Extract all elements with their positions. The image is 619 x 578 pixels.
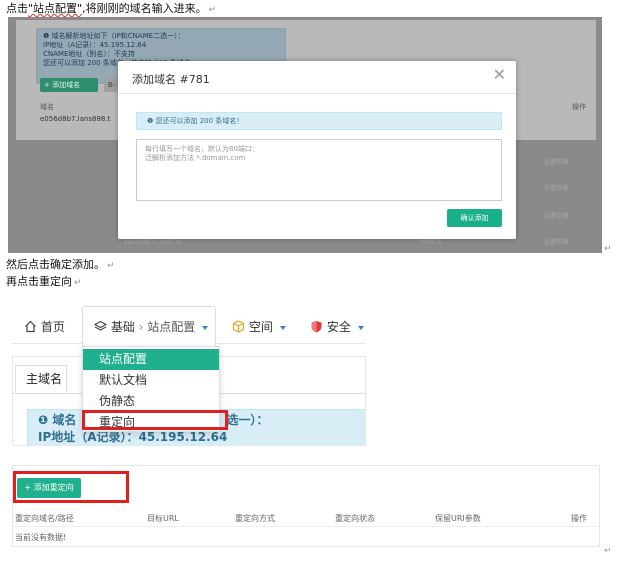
- dns-info-line: IP地址（A记录）：45.195.12.64: [43, 41, 147, 49]
- faded-php-version: PHP5.6: [420, 239, 442, 246]
- domain-textarea[interactable]: 每行填写一个域名，默认为80端口： 泛解析添加方法 *.domain.com: [136, 139, 502, 201]
- nav-basic[interactable]: 基础 › 站点配置: [94, 318, 209, 335]
- modal-info-alert: ❶ 您还可以添加 200 条域名！: [136, 112, 502, 130]
- faded-row-action: 设置存储: [544, 213, 569, 220]
- add-redirect-highlight-box: [13, 471, 129, 503]
- chevron-down-icon: [202, 325, 209, 330]
- instruction-line-1-part-c: ,将刚刚的域名输入进来。: [82, 2, 207, 15]
- nav-site-config-label: 站点配置: [147, 320, 196, 334]
- modal-title: 添加域名 #781: [132, 73, 210, 86]
- tab-main-domain[interactable]: 主域名: [15, 365, 67, 393]
- column-header-operation: 操作: [571, 514, 587, 523]
- paragraph-mark: ↵: [74, 278, 82, 288]
- faded-row-action: 设置存储: [544, 239, 569, 246]
- nav-space[interactable]: 空间: [232, 318, 286, 335]
- domain-info-title-tail: 选一）：: [226, 413, 269, 427]
- domain-info-title: ❶ 域名: [38, 413, 77, 427]
- chevron-down-icon: [279, 325, 286, 330]
- cube-icon: [232, 320, 245, 333]
- faded-domain: e0e0d8b7s.cn87.tk: [124, 239, 182, 246]
- column-header-keep-uri: 保留URI参数: [435, 514, 481, 523]
- faded-row-action: 设置存储: [544, 159, 569, 166]
- home-icon: [24, 320, 37, 333]
- instruction-line-1: 点击"站点配置",将刚刚的域名输入进来。 ↵: [6, 2, 216, 17]
- nav-home[interactable]: 首页: [24, 318, 65, 335]
- chevron-down-icon: [357, 325, 364, 330]
- paragraph-mark: ↵: [604, 546, 612, 556]
- layers-icon: [94, 320, 107, 333]
- column-header-redirect-status: 重定向状态: [335, 514, 375, 523]
- menu-item-rewrite[interactable]: 伪静态: [83, 391, 219, 412]
- instruction-line-2-text: 然后点击确定添加。: [6, 258, 105, 271]
- instruction-line-3-text: 再点击重定向: [6, 275, 72, 288]
- shield-icon: [310, 320, 323, 333]
- paragraph-mark: ↵: [107, 261, 115, 271]
- add-domain-modal: 添加域名 #781 ✕ ❶ 您还可以添加 200 条域名！ 每行填写一个域名，默…: [118, 61, 516, 239]
- column-header-operation: 操作: [572, 103, 586, 111]
- column-header-redirect-method: 重定向方式: [235, 514, 275, 523]
- nav-space-label: 空间: [248, 320, 273, 334]
- add-domain-screenshot: ❶ 域名解析地址如下（IP和CNAME二选一）： IP地址（A记录）：45.19…: [8, 17, 602, 253]
- domain-row-value: e056d8b7.lans888.t: [40, 115, 111, 123]
- nav-security-label: 安全: [326, 320, 351, 334]
- column-header-redirect-path: 重定向域名/路径: [15, 514, 74, 523]
- instruction-line-3: 再点击重定向 ↵: [6, 275, 82, 290]
- top-navbar: 首页 基础 › 站点配置 空间 安全: [12, 304, 366, 346]
- paragraph-mark: ↵: [604, 244, 612, 254]
- close-icon[interactable]: ✕: [493, 65, 506, 84]
- site-config-menu-screenshot: 首页 基础 › 站点配置 空间 安全 主域名 ❶ 域名 选一）： IP地址（A记…: [12, 304, 366, 446]
- nav-security[interactable]: 安全: [310, 318, 364, 335]
- confirm-add-button[interactable]: 确认添加: [447, 209, 502, 227]
- modal-divider: [118, 93, 516, 94]
- instruction-line-2: 然后点击确定添加。 ↵: [6, 258, 115, 273]
- textarea-placeholder-line: 泛解析添加方法 *.domain.com: [145, 154, 246, 162]
- menu-item-site-config[interactable]: 站点配置: [83, 349, 219, 370]
- nav-home-label: 首页: [40, 320, 65, 334]
- nav-basic-label: 基础: [110, 320, 135, 334]
- paragraph-mark: ↵: [208, 5, 217, 15]
- dns-info-line: CNAME地址（别名）：不支持: [43, 50, 135, 58]
- instruction-line-1-part-a: 点击: [6, 2, 28, 15]
- add-domain-button[interactable]: + 添加域名: [40, 78, 98, 92]
- dns-info-line: ❶ 域名解析地址如下（IP和CNAME二选一）：: [43, 32, 185, 40]
- faded-row-action: 设置存储: [544, 185, 569, 192]
- empty-table-message: 当前没有数据!: [15, 533, 67, 542]
- textarea-placeholder-line: 每行填写一个域名，默认为80端口：: [145, 145, 259, 153]
- instruction-line-1-quote: "站点配置": [28, 2, 83, 15]
- redirect-highlight-box: [82, 410, 228, 430]
- column-header-domain: 域名: [40, 103, 54, 111]
- column-header-target-url: 目标URL: [147, 514, 179, 523]
- table-divider: [13, 526, 599, 527]
- menu-item-default-doc[interactable]: 默认文档: [83, 370, 219, 391]
